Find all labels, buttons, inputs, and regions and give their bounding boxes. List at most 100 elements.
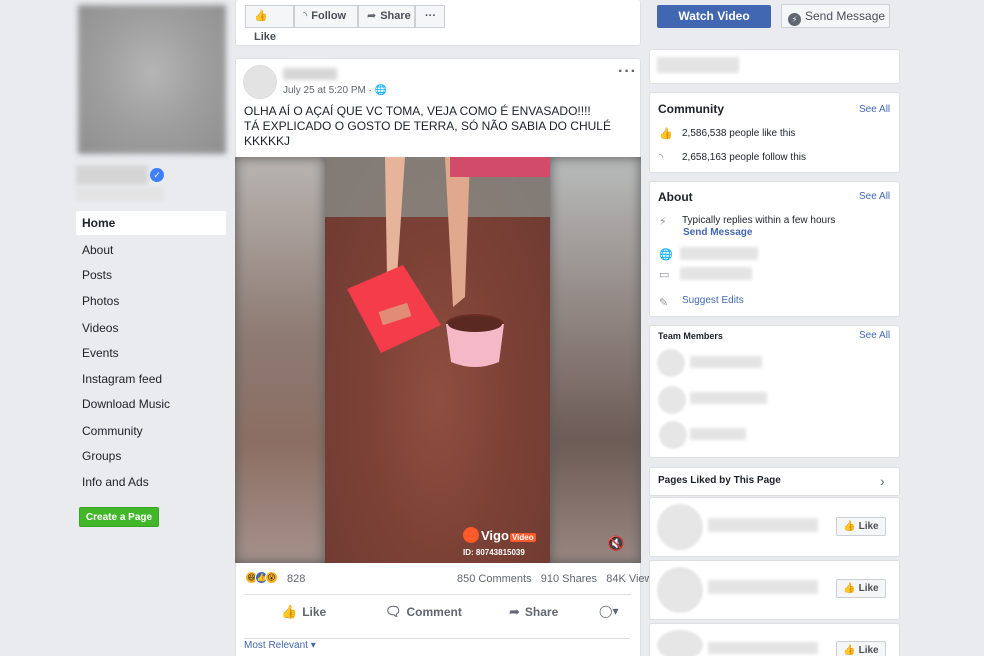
nav-community[interactable]: Community	[76, 419, 226, 443]
thumbs-up-icon: 👍	[843, 583, 856, 594]
thumbs-up-icon: 👍	[659, 128, 673, 140]
page-username-blurred	[76, 187, 164, 201]
team-member-name-blurred[interactable]	[690, 428, 746, 440]
wow-reaction-icon: 😮	[265, 571, 278, 584]
team-member-name-blurred[interactable]	[690, 392, 767, 404]
reaction-count[interactable]: 828	[287, 573, 305, 585]
globe-icon: 🌐	[659, 249, 673, 261]
nav-groups[interactable]: Groups	[76, 444, 226, 468]
liked-page-name-blurred[interactable]	[708, 580, 818, 594]
nav-videos[interactable]: Videos	[76, 316, 226, 340]
liked-page-like-button[interactable]: 👍 Like	[836, 579, 886, 598]
avatar-icon: ◯	[599, 604, 613, 618]
post-comment-button[interactable]: 🗨 Comment	[385, 604, 462, 620]
watermark-tag: Video	[509, 533, 536, 542]
more-options-button[interactable]: ···	[415, 5, 445, 28]
comments-count[interactable]: 850 Comments	[457, 573, 532, 585]
response-time-text: Typically replies within a few hours	[682, 215, 836, 226]
team-member-name-blurred[interactable]	[690, 356, 762, 368]
post-share-button[interactable]: ➦ Share	[509, 604, 558, 620]
pages-liked-title: Pages Liked by This Page	[658, 475, 781, 486]
rss-icon: ◝	[303, 10, 308, 22]
team-members-title: Team Members	[658, 331, 723, 341]
like-label: Like	[858, 583, 879, 594]
pencil-icon: ✎	[659, 297, 669, 309]
nav-home[interactable]: Home	[76, 211, 226, 235]
liked-page-name-blurred[interactable]	[708, 642, 818, 654]
thumbs-up-icon: 👍	[843, 521, 856, 532]
nav-photos[interactable]: Photos	[76, 289, 226, 313]
chevron-right-icon[interactable]: ›	[880, 473, 885, 489]
reaction-icons[interactable]: 😆👍😮	[245, 571, 278, 584]
liked-page-like-button[interactable]: 👍 Like	[836, 641, 886, 656]
share-page-button[interactable]: ➦ Share	[358, 5, 415, 28]
category-icon: ▭	[659, 269, 670, 281]
video-scene	[325, 157, 550, 367]
about-title: About	[658, 190, 693, 204]
send-message-button[interactable]: ⚡ Send Message	[781, 4, 890, 28]
post-like-label: Like	[302, 605, 327, 619]
community-see-all-link[interactable]: See All	[859, 104, 890, 115]
post-text: OLHA AÍ O AÇAÍ QUE VC TOMA, VEJA COMO É …	[244, 104, 634, 149]
post-like-button[interactable]: 👍 Like	[281, 604, 326, 620]
send-message-label: Send Message	[805, 9, 886, 23]
follow-button[interactable]: ◝ Follow	[294, 5, 358, 28]
nav-instagram-feed[interactable]: Instagram feed	[76, 367, 226, 391]
liked-page-avatar[interactable]	[657, 630, 703, 656]
verified-badge-icon: ✓	[150, 168, 164, 182]
thumbs-up-icon: 👍	[843, 645, 856, 656]
about-see-all-link[interactable]: See All	[859, 191, 890, 202]
create-page-button[interactable]: Create a Page	[79, 507, 159, 527]
video-player[interactable]: Vigo Video ID: 80743815039 🔇	[235, 157, 641, 563]
like-label: Like	[858, 521, 879, 532]
liked-page-name-blurred[interactable]	[708, 518, 818, 532]
post-as-selector[interactable]: ◯▾	[599, 604, 618, 618]
chevron-down-icon: ▾	[612, 604, 619, 618]
page-name-blurred[interactable]	[76, 165, 148, 185]
thumbs-up-icon: 👍	[254, 10, 268, 22]
shares-count[interactable]: 910 Shares	[541, 573, 597, 585]
team-member-avatar[interactable]	[659, 421, 687, 449]
page-profile-picture[interactable]	[78, 5, 226, 154]
liked-page-avatar[interactable]	[657, 504, 703, 550]
speaker-muted-icon[interactable]: 🔇	[607, 535, 624, 552]
nav-posts[interactable]: Posts	[76, 263, 226, 287]
post-share-label: Share	[524, 605, 559, 619]
video-blurred-side-left	[235, 157, 325, 563]
blurred-text	[657, 57, 739, 73]
watch-video-button[interactable]: Watch Video	[657, 5, 771, 28]
speech-bubble-icon: 🗨	[385, 604, 402, 619]
nav-info-and-ads[interactable]: Info and Ads	[76, 470, 226, 494]
post-timestamp[interactable]: July 25 at 5:20 PM · 🌐	[283, 85, 387, 96]
post-comment-label: Comment	[406, 605, 462, 619]
watermark-id: ID: 80743815039	[463, 548, 525, 557]
community-likes: 2,586,538 people like this	[682, 128, 796, 139]
post-options-icon[interactable]: ···	[618, 63, 637, 81]
community-title: Community	[658, 102, 724, 116]
share-arrow-icon: ➦	[367, 10, 377, 22]
video-blurred-side-right	[550, 157, 641, 563]
timestamp-text: July 25 at 5:20 PM ·	[283, 85, 372, 96]
divider	[245, 594, 631, 595]
nav-about[interactable]: About	[76, 238, 226, 262]
liked-page-like-button[interactable]: 👍 Like	[836, 517, 886, 536]
nav-events[interactable]: Events	[76, 341, 226, 365]
post-author-name-blurred[interactable]	[283, 68, 337, 80]
suggest-edits-link[interactable]: Suggest Edits	[682, 295, 744, 306]
liked-page-avatar[interactable]	[657, 567, 703, 613]
share-arrow-icon: ➦	[509, 604, 520, 619]
watermark-text: Vigo	[481, 528, 509, 543]
category-blurred	[680, 267, 752, 280]
website-blurred[interactable]	[680, 247, 758, 260]
team-member-avatar[interactable]	[657, 349, 685, 377]
comment-sort-dropdown[interactable]: Most Relevant ▾	[244, 638, 630, 651]
team-member-avatar[interactable]	[658, 386, 686, 414]
vigo-video-watermark: Vigo Video	[463, 527, 536, 543]
post-author-avatar[interactable]	[243, 65, 277, 99]
like-page-button[interactable]: 👍 Like	[245, 5, 294, 43]
about-send-message-link[interactable]: Send Message	[683, 227, 752, 238]
nav-download-music[interactable]: Download Music	[76, 392, 226, 416]
play-logo-icon	[463, 527, 479, 543]
globe-icon: 🌐	[374, 85, 388, 96]
team-see-all-link[interactable]: See All	[859, 330, 890, 341]
